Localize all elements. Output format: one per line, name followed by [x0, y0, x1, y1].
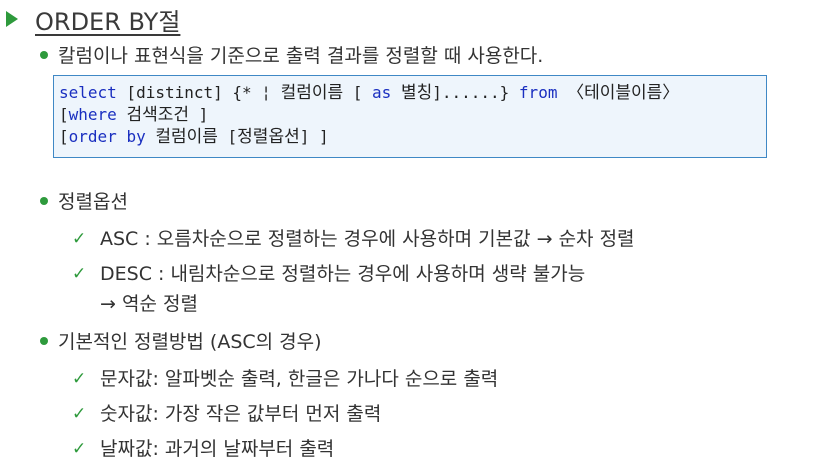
green-dot-icon: [40, 50, 48, 59]
code-line-2: [where 검색조건 ]: [59, 104, 766, 126]
asc-text: ASC : 오름차순으로 정렬하는 경우에 사용하며 기본값 → 순차 정렬: [100, 228, 635, 250]
green-dot-icon: [40, 196, 48, 205]
code-keyword-where: where: [68, 105, 117, 124]
intro-bullet: 칼럼이나 표현식을 기준으로 출력 결과를 정렬할 때 사용한다.: [40, 41, 543, 68]
code-text: [: [59, 127, 69, 146]
sort-options-bullet: 정렬옵션: [40, 187, 128, 214]
code-column-name: 컬럼이름: [155, 127, 218, 147]
code-text: [: [217, 127, 238, 146]
triangle-right-icon: [6, 11, 18, 27]
code-keyword-order-by: order by: [68, 127, 146, 146]
check-mark-icon: ✓: [72, 369, 87, 389]
check-mark-icon: ✓: [72, 439, 87, 459]
check-mark-icon: ✓: [72, 229, 87, 249]
basic-method-item-text: 숫자값: 가장 작은 값부터 먼저 출력: [100, 403, 382, 425]
desc-item: ✓ DESC : 내림차순으로 정렬하는 경우에 사용하며 생략 불가능: [72, 259, 585, 289]
asc-item: ✓ ASC : 오름차순으로 정렬하는 경우에 사용하며 기본값 → 순차 정렬: [72, 224, 635, 254]
code-text: [: [343, 83, 373, 102]
slide-title-row: ORDER BY절: [6, 2, 180, 36]
intro-bullet-text: 칼럼이나 표현식을 기준으로 출력 결과를 정렬할 때 사용한다.: [58, 45, 544, 67]
code-line-3: [order by 컬럼이름 [정렬옵션] ]: [59, 126, 766, 148]
basic-method-item-text: 날짜값: 과거의 날짜부터 출력: [100, 438, 335, 460]
basic-method-heading: 기본적인 정렬방법 (ASC의 경우): [58, 331, 322, 353]
code-keyword-as: as: [372, 83, 392, 102]
code-text: [distinct] {* ¦: [116, 83, 281, 102]
basic-method-item: ✓ 문자값: 알파벳순 출력, 한글은 가나다 순으로 출력: [72, 364, 498, 394]
basic-method-item: ✓ 숫자값: 가장 작은 값부터 먼저 출력: [72, 399, 381, 429]
sort-options-heading: 정렬옵션: [58, 191, 128, 213]
basic-method-bullet: 기본적인 정렬방법 (ASC의 경우): [40, 327, 322, 354]
desc-text-line1: DESC : 내림차순으로 정렬하는 경우에 사용하며 생략 불가능: [100, 263, 586, 285]
code-text: ]......}: [432, 83, 519, 102]
syntax-code-box: select [distinct] {* ¦ 컬럼이름 [ as 별칭]....…: [53, 75, 767, 158]
code-keyword-select: select: [59, 83, 117, 102]
code-text: [: [59, 105, 69, 124]
slide-title: ORDER BY절: [35, 7, 181, 36]
basic-method-item-text: 문자값: 알파벳순 출력, 한글은 가나다 순으로 출력: [100, 368, 499, 390]
check-mark-icon: ✓: [72, 404, 87, 424]
code-sort-option: 정렬옵션: [237, 127, 300, 147]
check-mark-icon: ✓: [72, 264, 87, 284]
desc-text-line2: → 역순 정렬: [100, 293, 198, 315]
code-search-condition: 검색조건: [126, 105, 190, 125]
code-column-name: 컬럼이름: [280, 83, 344, 103]
code-keyword-from: from: [518, 83, 558, 102]
code-table-name: 〈테이블이름〉: [567, 83, 680, 103]
code-text: ] ]: [299, 127, 329, 146]
code-alias: 별칭: [400, 83, 433, 103]
code-line-1: select [distinct] {* ¦ 컬럼이름 [ as 별칭]....…: [59, 82, 766, 104]
code-text: ]: [189, 105, 209, 124]
basic-method-item: ✓ 날짜값: 과거의 날짜부터 출력: [72, 434, 334, 464]
green-dot-icon: [40, 336, 48, 345]
